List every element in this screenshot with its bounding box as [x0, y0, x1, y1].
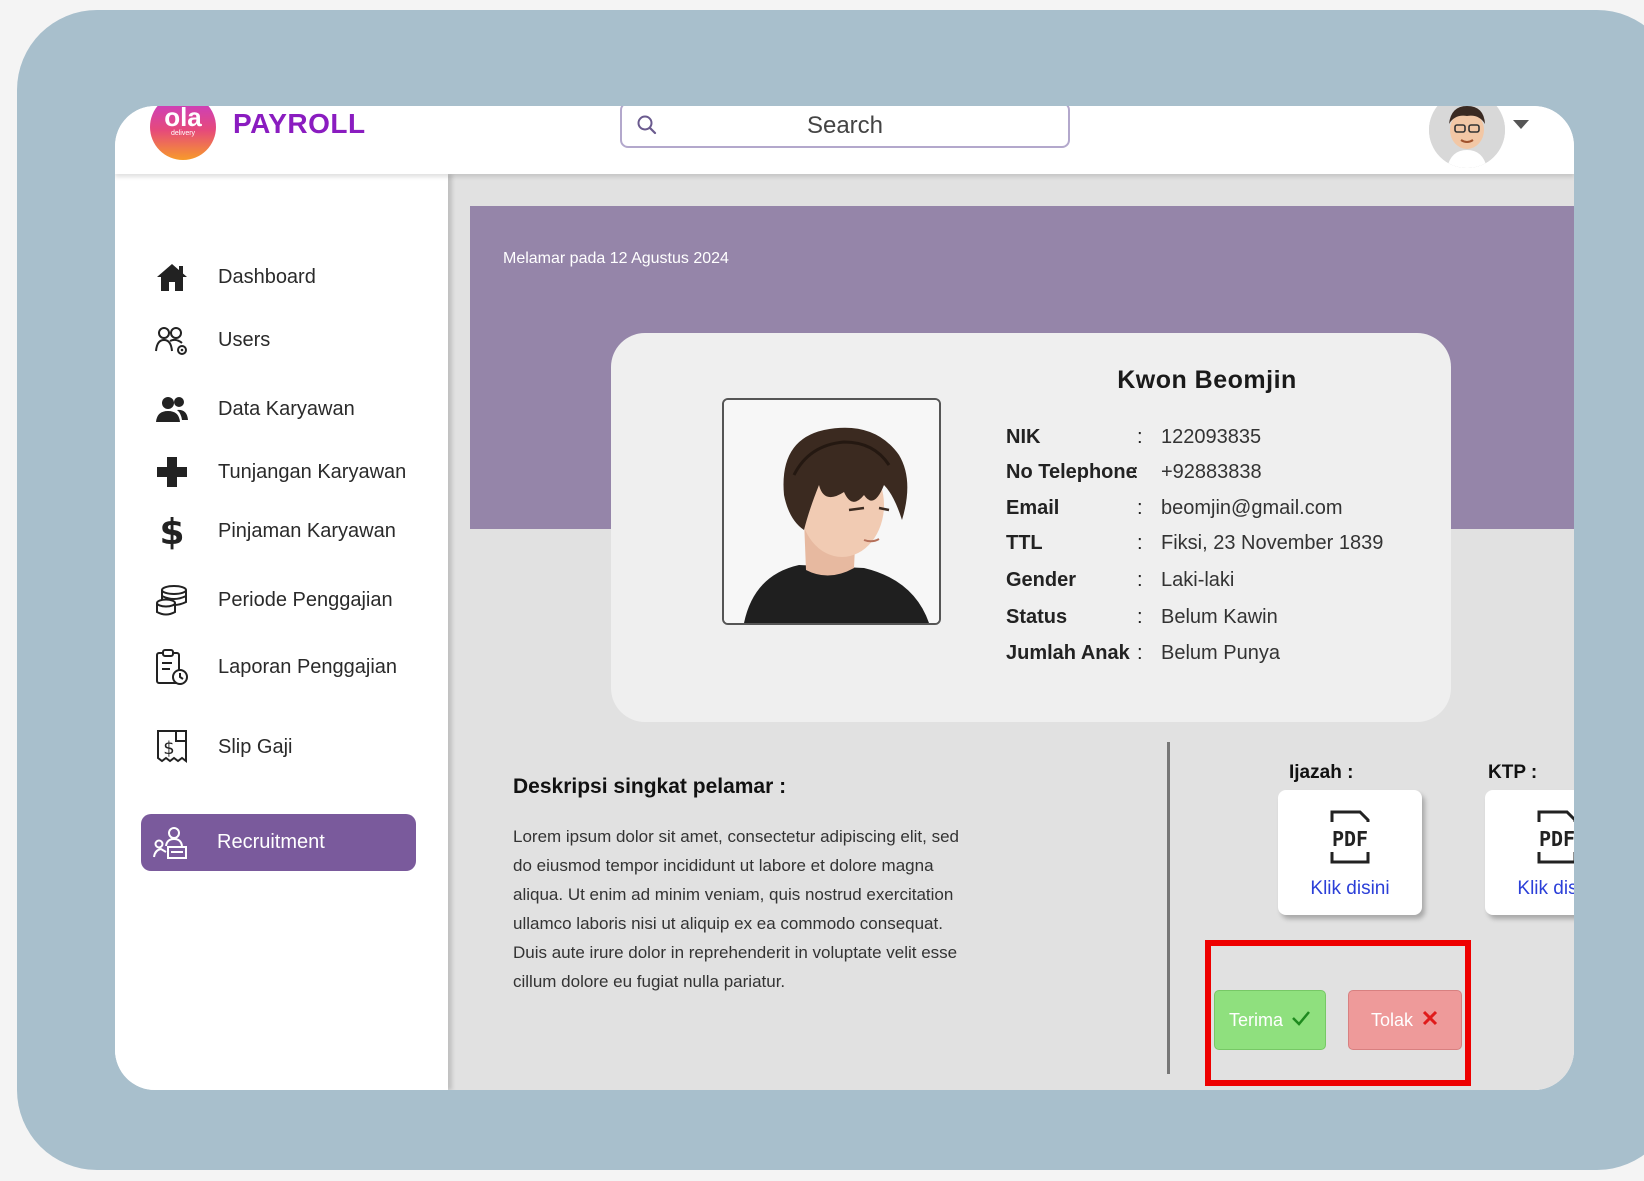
search-input[interactable]: Search — [620, 106, 1070, 148]
field-label: Gender — [1006, 569, 1077, 591]
plus-icon — [150, 452, 194, 492]
vertical-divider — [1167, 742, 1170, 1074]
sidebar-item-users[interactable]: Users — [142, 313, 412, 367]
field-value: 122093835 — [1161, 426, 1262, 448]
field-value: Laki-laki — [1161, 569, 1235, 591]
field-value: beomjin@gmail.com — [1161, 497, 1343, 519]
field-separator: : — [1137, 426, 1143, 448]
sidebar-item-label: Periode Penggajian — [218, 588, 393, 611]
report-clock-icon — [150, 647, 194, 687]
field-label: Email — [1006, 497, 1060, 519]
field-label: TTL — [1006, 532, 1043, 554]
field-separator: : — [1137, 569, 1143, 591]
ktp-pdf-card[interactable]: PDF Klik disini — [1485, 790, 1574, 915]
sidebar-item-label: Users — [218, 328, 271, 351]
brand-title: PAYROLL — [233, 108, 366, 139]
field-value: Fiksi, 23 November 1839 — [1161, 532, 1384, 554]
field-separator: : — [1137, 532, 1143, 554]
ijazah-label: Ijazah : — [1289, 762, 1354, 783]
applicant-photo — [722, 398, 941, 625]
field-label: No Telephone — [1006, 461, 1137, 483]
ktp-link[interactable]: Klik disini — [1485, 878, 1574, 900]
sidebar-item-dashboard[interactable]: Dashboard — [142, 250, 412, 304]
sidebar-item-periode-penggajian[interactable]: Periode Penggajian — [142, 573, 412, 627]
sidebar-item-label: Tunjangan Karyawan — [218, 460, 407, 483]
users-gear-icon — [150, 320, 194, 360]
field-label: Jumlah Anak — [1006, 642, 1130, 664]
field-value: Belum Punya — [1161, 642, 1280, 664]
ola-logo: ola delivery — [150, 106, 216, 160]
applicant-name: Kwon Beomjin — [1117, 366, 1297, 394]
sidebar-item-data-karyawan[interactable]: Data Karyawan — [142, 382, 412, 436]
sidebar-item-label: Dashboard — [218, 265, 316, 288]
action-highlight-box — [1205, 940, 1471, 1086]
sidebar-item-label: Data Karyawan — [218, 397, 355, 420]
ijazah-pdf-card[interactable]: PDF Klik disini — [1278, 790, 1422, 915]
pdf-file-icon: PDF — [1533, 808, 1574, 871]
dollar-icon: $ — [150, 511, 194, 551]
user-avatar[interactable] — [1429, 106, 1505, 168]
search-placeholder: Search — [806, 112, 884, 139]
logo-subtext: delivery — [170, 130, 196, 137]
pdf-file-icon: PDF — [1326, 808, 1374, 871]
sidebar-item-slip-gaji[interactable]: $ Slip Gaji — [142, 720, 412, 774]
sidebar: Dashboard Users Data Karyawan Tunjangan … — [115, 174, 448, 1090]
top-bar: ola delivery PAYROLL Search — [115, 106, 1574, 174]
sidebar-item-label: Recruitment — [217, 831, 325, 853]
people-icon — [150, 389, 194, 429]
field-separator: : — [1137, 497, 1143, 519]
recruitment-icon — [149, 823, 193, 863]
applicant-card: Kwon Beomjin NIK : 122093835 No Telephon… — [611, 333, 1451, 722]
svg-text:$: $ — [159, 512, 184, 550]
sidebar-item-label: Laporan Penggajian — [218, 655, 398, 678]
field-value: +92883838 — [1161, 461, 1262, 483]
description-title: Deskripsi singkat pelamar : — [513, 775, 787, 798]
logo-text: ola — [164, 106, 202, 132]
field-separator: : — [1133, 461, 1139, 483]
ktp-label: KTP : — [1488, 762, 1538, 783]
home-icon — [150, 257, 194, 297]
sidebar-item-laporan-penggajian[interactable]: Laporan Penggajian — [142, 640, 412, 694]
ijazah-link[interactable]: Klik disini — [1278, 878, 1422, 900]
description-body: Lorem ipsum dolor sit amet, consectetur … — [513, 827, 959, 991]
sidebar-item-pinjaman-karyawan[interactable]: $ Pinjaman Karyawan — [142, 504, 412, 558]
receipt-icon: $ — [150, 727, 194, 767]
field-value: Belum Kawin — [1161, 606, 1278, 628]
field-separator: : — [1137, 606, 1143, 628]
sidebar-item-tunjangan-karyawan[interactable]: Tunjangan Karyawan — [142, 445, 412, 499]
field-label: NIK — [1006, 426, 1041, 448]
sidebar-item-label: Slip Gaji — [218, 735, 293, 758]
svg-text:$: $ — [163, 738, 174, 759]
coins-icon — [150, 580, 194, 620]
field-separator: : — [1137, 642, 1143, 664]
field-label: Status — [1006, 606, 1068, 628]
pdf-text: PDF — [1539, 827, 1574, 851]
chevron-down-icon[interactable] — [1513, 120, 1529, 129]
pdf-text: PDF — [1332, 827, 1368, 851]
sidebar-item-label: Pinjaman Karyawan — [218, 519, 396, 542]
applied-date: Melamar pada 12 Agustus 2024 — [503, 250, 729, 267]
sidebar-item-recruitment[interactable]: Recruitment — [141, 814, 416, 871]
